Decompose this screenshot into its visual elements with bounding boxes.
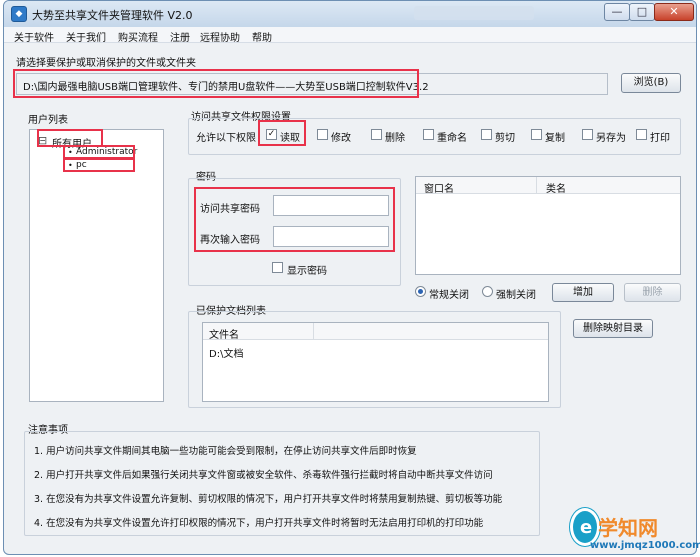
- user-list-heading: 用户列表: [28, 115, 68, 126]
- column-class-name[interactable]: 类名: [546, 180, 566, 195]
- confirm-password-label: 再次输入密码: [200, 235, 260, 246]
- perm-copy-label: 复制: [545, 133, 565, 144]
- minimize-button[interactable]: —: [604, 3, 630, 21]
- column-file-name[interactable]: 文件名: [209, 326, 239, 341]
- perm-modify-label: 修改: [331, 133, 351, 144]
- checkbox-copy[interactable]: [531, 129, 542, 140]
- path-field[interactable]: D:\国内最强电脑USB端口管理软件、专门的禁用U盘软件——大势至USB端口控制…: [16, 73, 608, 95]
- note-item: 1. 用户访问共享文件期间其电脑一些功能可能会受到限制，在停止访问共享文件后即时…: [34, 446, 417, 457]
- checkbox-print[interactable]: [636, 129, 647, 140]
- maximize-button[interactable]: □: [629, 3, 655, 21]
- window-title: 大势至共享文件夹管理软件 V2.0: [32, 9, 193, 22]
- tree-bullet-icon: •: [68, 161, 73, 170]
- permissions-allow-label: 允许以下权限: [196, 133, 256, 144]
- watermark-logo-char: e: [580, 517, 593, 538]
- column-window-name[interactable]: 窗口名: [424, 180, 454, 195]
- note-item: 4. 在您没有为共享文件设置允许打印权限的情况下，用户打开共享文件时将暂时无法启…: [34, 518, 484, 529]
- checkbox-rename[interactable]: [423, 129, 434, 140]
- tree-collapse-icon[interactable]: ⊟: [38, 134, 47, 147]
- protected-file-list[interactable]: 文件名 D:\文档: [202, 322, 549, 402]
- close-button[interactable]: ✕: [654, 3, 694, 21]
- protected-list-header: 文件名: [203, 323, 548, 341]
- menu-register[interactable]: 注册: [170, 29, 190, 44]
- confirm-password-input[interactable]: [273, 226, 389, 247]
- delete-mapped-dir-button[interactable]: 删除映射目录: [573, 319, 653, 338]
- perm-cut-label: 剪切: [495, 133, 515, 144]
- user-tree[interactable]: ⊟ 所有用户 • Administrator • pc: [29, 129, 164, 402]
- protected-file-row[interactable]: D:\文档: [209, 345, 243, 360]
- force-close-label: 强制关闭: [496, 290, 536, 301]
- perm-print-label: 打印: [650, 133, 670, 144]
- perm-delete-label: 删除: [385, 133, 405, 144]
- add-button[interactable]: 增加: [552, 283, 614, 302]
- menu-about-software[interactable]: 关于软件: [14, 29, 54, 44]
- menu-bar: 关于软件 关于我们 购买流程 注册 远程协助 帮助: [4, 27, 696, 44]
- menu-remote-help[interactable]: 远程协助: [200, 29, 240, 44]
- menu-purchase[interactable]: 购买流程: [118, 29, 158, 44]
- delete-button[interactable]: 删除: [624, 283, 681, 302]
- tree-item-pc[interactable]: pc: [76, 160, 87, 170]
- checkbox-delete[interactable]: [371, 129, 382, 140]
- title-bar: ◆ 大势至共享文件夹管理软件 V2.0 — □ ✕: [4, 1, 696, 27]
- access-password-label: 访问共享密码: [200, 204, 260, 215]
- checkbox-show-password[interactable]: [272, 262, 283, 273]
- normal-close-label: 常规关闭: [429, 290, 469, 301]
- watermark-url: www.jmqz1000.com: [590, 540, 700, 551]
- window-class-list[interactable]: 窗口名 类名: [415, 176, 681, 275]
- menu-help[interactable]: 帮助: [252, 29, 272, 44]
- note-item: 3. 在您没有为共享文件设置允许复制、剪切权限的情况下，用户打开共享文件时将禁用…: [34, 494, 503, 505]
- checkbox-cut[interactable]: [481, 129, 492, 140]
- tree-item-administrator[interactable]: Administrator: [76, 147, 137, 157]
- select-prompt: 请选择要保护或取消保护的文件或文件夹: [16, 58, 196, 69]
- checkbox-modify[interactable]: [317, 129, 328, 140]
- perm-read-label: 读取: [280, 133, 300, 144]
- access-password-input[interactable]: [273, 195, 389, 216]
- app-window: ◆ 大势至共享文件夹管理软件 V2.0 — □ ✕ 关于软件 关于我们 购买流程…: [3, 0, 697, 555]
- note-item: 2. 用户打开共享文件后如果强行关闭共享文件窗或被安全软件、杀毒软件强行拦截时将…: [34, 470, 493, 481]
- app-icon: ◆: [11, 6, 27, 22]
- radio-force-close[interactable]: [482, 286, 493, 297]
- window-list-header: 窗口名 类名: [416, 177, 680, 195]
- perm-save-as-label: 另存为: [596, 133, 626, 144]
- blurred-region: [414, 6, 534, 20]
- radio-normal-close[interactable]: [415, 286, 426, 297]
- menu-about-us[interactable]: 关于我们: [66, 29, 106, 44]
- browse-button[interactable]: 浏览(B): [621, 73, 681, 93]
- checkbox-read[interactable]: ✓: [266, 129, 277, 140]
- tree-bullet-icon: •: [68, 148, 73, 157]
- perm-rename-label: 重命名: [437, 133, 467, 144]
- show-password-label: 显示密码: [287, 266, 327, 277]
- watermark-title: 学知网: [598, 516, 658, 540]
- checkbox-save-as[interactable]: [582, 129, 593, 140]
